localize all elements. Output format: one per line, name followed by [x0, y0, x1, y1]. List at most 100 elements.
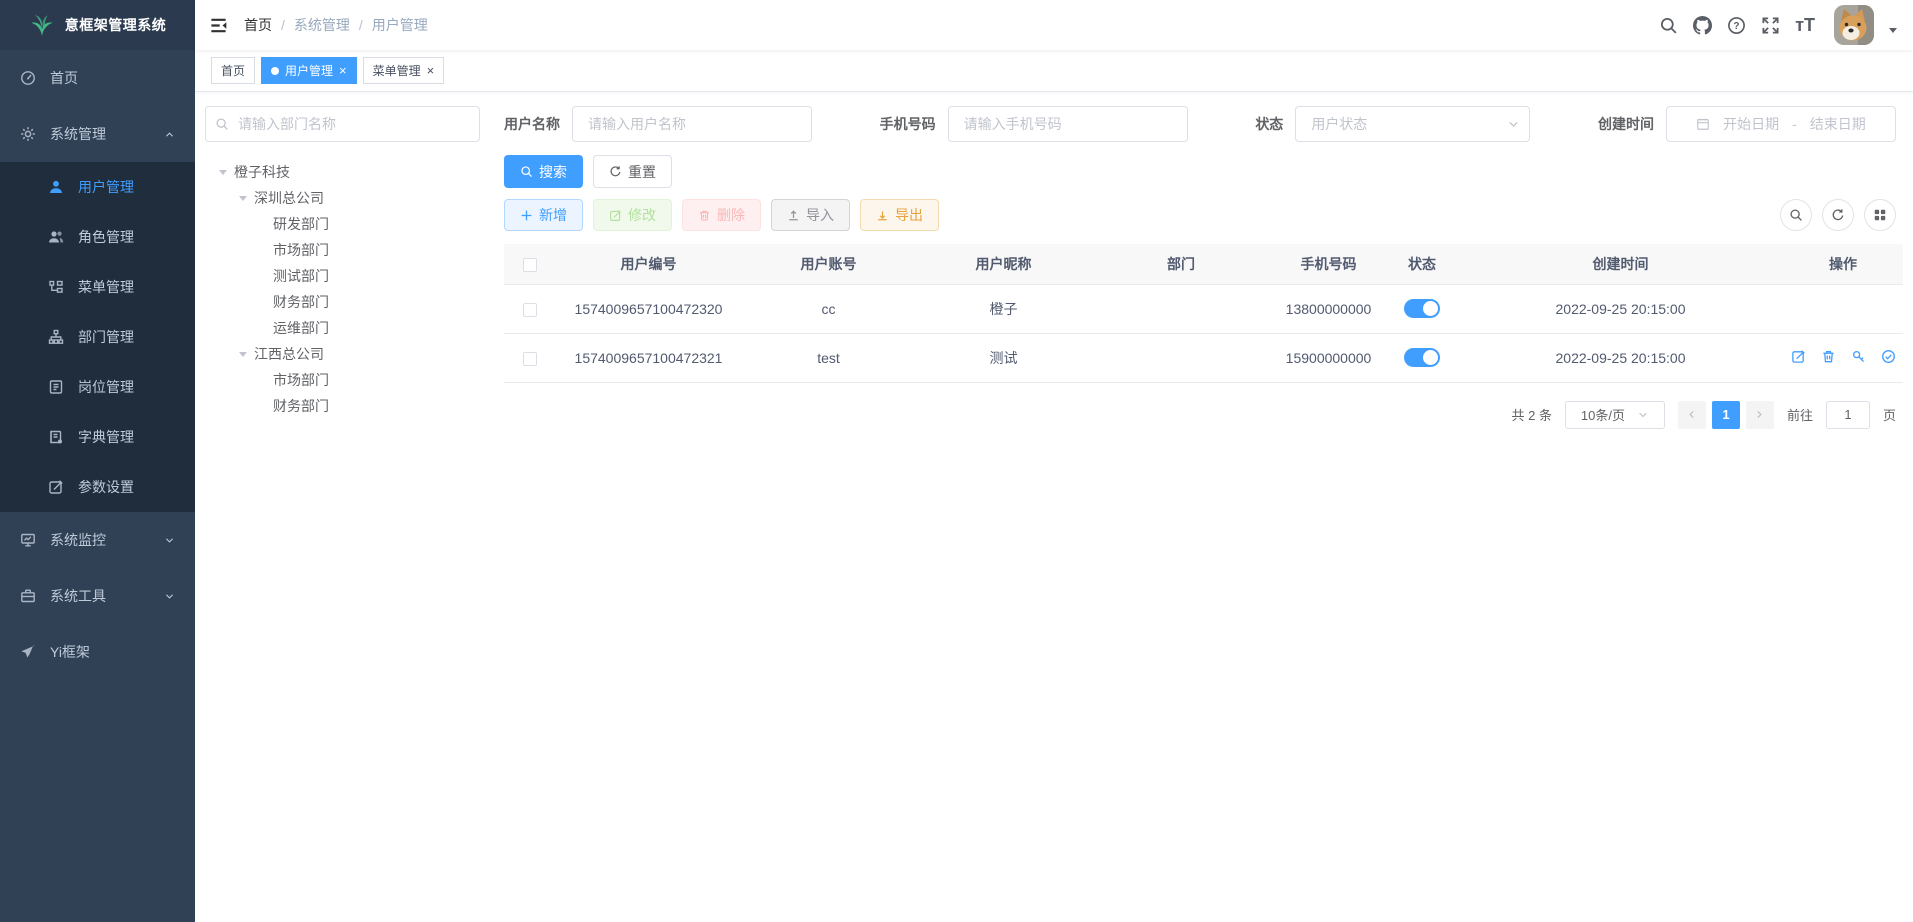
delete-button-label: 删除: [717, 205, 745, 225]
tree-node[interactable]: 研发部门: [209, 211, 480, 237]
sidebar-fold-icon[interactable]: [209, 16, 228, 35]
assign-role-check-icon[interactable]: [1881, 349, 1896, 364]
tree-node[interactable]: 测试部门: [209, 263, 480, 289]
page-size-select[interactable]: 10条/页: [1565, 401, 1665, 429]
add-button[interactable]: 新增: [504, 199, 583, 231]
close-icon[interactable]: ×: [427, 64, 435, 77]
font-size-icon[interactable]: тT: [1795, 16, 1815, 34]
tab-menu-management[interactable]: 菜单管理 ×: [363, 57, 445, 84]
sidebar-item-user-management[interactable]: 用户管理: [0, 162, 195, 212]
export-button[interactable]: 导出: [860, 199, 939, 231]
tree-node[interactable]: 市场部门: [209, 237, 480, 263]
logo[interactable]: 意框架管理系统: [0, 0, 195, 50]
edit-button[interactable]: 修改: [593, 199, 672, 231]
caret-down-icon[interactable]: [239, 352, 247, 361]
username-input[interactable]: [572, 106, 812, 142]
tree-node[interactable]: 深圳总公司: [209, 185, 480, 211]
sidebar-item-role-management[interactable]: 角色管理: [0, 212, 195, 262]
search-icon[interactable]: [1659, 16, 1678, 35]
tree-node[interactable]: 市场部门: [209, 367, 480, 393]
sidebar-item-system-tools[interactable]: 系统工具: [0, 568, 195, 624]
sidebar-item-dept-management[interactable]: 部门管理: [0, 312, 195, 362]
tree-node[interactable]: 运维部门: [209, 315, 480, 341]
breadcrumb-item-home[interactable]: 首页: [244, 15, 272, 35]
breadcrumb-item-system[interactable]: 系统管理: [294, 15, 350, 35]
refresh-icon: [1831, 208, 1845, 222]
phone-input[interactable]: [948, 106, 1188, 142]
sidebar-item-system-monitor[interactable]: 系统监控: [0, 512, 195, 568]
import-button[interactable]: 导入: [771, 199, 850, 231]
caret-down-icon[interactable]: [239, 196, 247, 205]
date-start-placeholder: 开始日期: [1723, 114, 1779, 134]
tree-node-label: 测试部门: [273, 266, 329, 286]
status-toggle[interactable]: [1404, 348, 1440, 367]
cell-created: 2022-09-25 20:15:00: [1458, 333, 1783, 382]
column-header-actions: 操作: [1783, 244, 1903, 284]
sidebar-item-post-management[interactable]: 岗位管理: [0, 362, 195, 412]
sidebar: 意框架管理系统 首页 系统管理 用户管理 角色管理: [0, 0, 195, 922]
status-toggle[interactable]: [1404, 299, 1440, 318]
select-all-checkbox[interactable]: [523, 258, 537, 272]
table-row: 1574009657100472321 test 测试 15900000000 …: [504, 333, 1903, 382]
caret-down-icon[interactable]: [1889, 28, 1897, 37]
tab-user-management[interactable]: 用户管理 ×: [261, 57, 357, 84]
sidebar-item-label: Yi框架: [50, 642, 90, 662]
delete-icon[interactable]: [1821, 349, 1836, 364]
show-search-toggle-button[interactable]: [1780, 199, 1812, 231]
avatar[interactable]: [1834, 5, 1874, 45]
tab-label: 用户管理: [285, 62, 333, 79]
row-checkbox[interactable]: [523, 352, 537, 366]
close-icon[interactable]: ×: [339, 64, 347, 77]
cell-actions: [1783, 284, 1903, 333]
dict-icon: [48, 429, 64, 445]
cell-account: cc: [741, 284, 916, 333]
column-header-nickname: 用户昵称: [916, 244, 1091, 284]
sidebar-item-menu-management[interactable]: 菜单管理: [0, 262, 195, 312]
cell-created: 2022-09-25 20:15:00: [1458, 284, 1783, 333]
cell-nickname: 测试: [916, 333, 1091, 382]
sidebar-item-label: 系统监控: [50, 530, 106, 550]
tree-node[interactable]: 江西总公司: [209, 341, 480, 367]
caret-down-icon[interactable]: [219, 170, 227, 179]
delete-button[interactable]: 删除: [682, 199, 761, 231]
logo-plant-icon: [29, 12, 55, 38]
tree-node[interactable]: 橙子科技: [209, 159, 480, 185]
sidebar-item-system-management[interactable]: 系统管理: [0, 106, 195, 162]
tree-node[interactable]: 财务部门: [209, 289, 480, 315]
fullscreen-icon[interactable]: [1761, 16, 1780, 35]
page-number-button[interactable]: 1: [1712, 401, 1740, 429]
tree-node[interactable]: 财务部门: [209, 393, 480, 419]
date-range-picker[interactable]: 开始日期 - 结束日期: [1666, 106, 1896, 142]
sidebar-item-label: 用户管理: [78, 177, 134, 197]
cell-user-id: 1574009657100472321: [556, 333, 741, 382]
prev-page-button[interactable]: [1678, 401, 1706, 429]
chevron-up-icon: [164, 129, 175, 140]
sidebar-item-home[interactable]: 首页: [0, 50, 195, 106]
sidebar-item-dict-management[interactable]: 字典管理: [0, 412, 195, 462]
phone-group: 手机号码: [880, 106, 1188, 142]
next-page-button[interactable]: [1746, 401, 1774, 429]
row-checkbox[interactable]: [523, 303, 537, 317]
search-button[interactable]: 搜索: [504, 155, 583, 188]
reset-button[interactable]: 重置: [593, 155, 672, 188]
sidebar-menu: 首页 系统管理 用户管理 角色管理 菜单管理: [0, 50, 195, 922]
created-group: 创建时间 开始日期 - 结束日期: [1598, 106, 1896, 142]
goto-page-input[interactable]: [1826, 401, 1870, 429]
reset-button-label: 重置: [628, 162, 656, 182]
github-icon[interactable]: [1693, 16, 1712, 35]
sidebar-item-yi-framework[interactable]: Yi框架: [0, 624, 195, 680]
status-select[interactable]: 用户状态: [1295, 106, 1530, 142]
reset-password-key-icon[interactable]: [1851, 349, 1866, 364]
edit-icon[interactable]: [1791, 349, 1806, 364]
tab-home[interactable]: 首页: [211, 57, 255, 84]
help-icon[interactable]: [1727, 16, 1746, 35]
dept-search-input[interactable]: [205, 106, 480, 142]
refresh-table-button[interactable]: [1822, 199, 1854, 231]
tree-icon: [48, 329, 64, 345]
column-settings-button[interactable]: [1864, 199, 1896, 231]
search-actions: 搜索 重置: [504, 155, 1896, 188]
chevron-down-icon: [164, 535, 175, 546]
main-area: 首页 / 系统管理 / 用户管理 тT 首页: [195, 0, 1913, 922]
sidebar-item-param-settings[interactable]: 参数设置: [0, 462, 195, 512]
date-range-separator: -: [1792, 116, 1797, 132]
